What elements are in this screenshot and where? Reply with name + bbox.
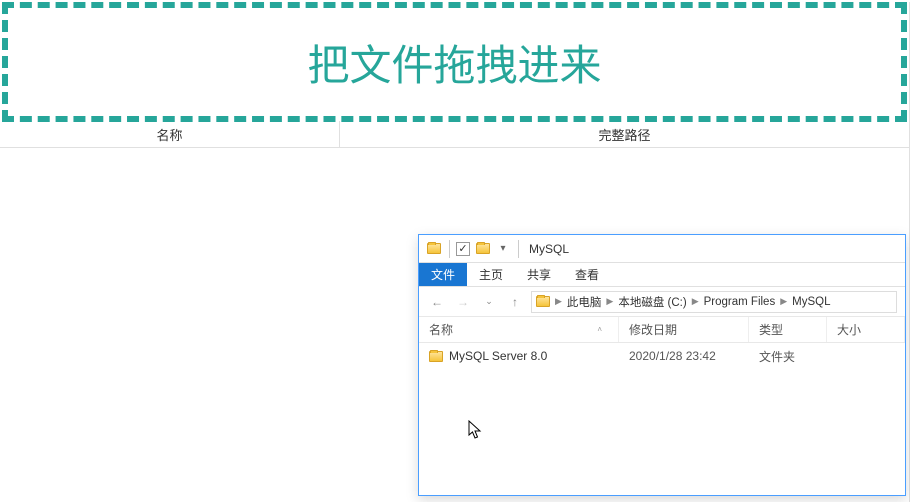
breadcrumb-item[interactable]: 此电脑: [567, 294, 602, 310]
column-header-path[interactable]: 完整路径: [340, 121, 909, 148]
breadcrumb[interactable]: ▶ 此电脑 ▶ 本地磁盘 (C:) ▶ Program Files ▶ MySQ…: [531, 291, 897, 313]
folder-qat-icon[interactable]: [474, 240, 492, 258]
properties-icon[interactable]: [454, 240, 472, 258]
breadcrumb-item[interactable]: MySQL: [792, 296, 830, 308]
column-header-size[interactable]: 大小: [827, 317, 905, 342]
chevron-right-icon[interactable]: ▶: [692, 296, 699, 307]
up-button[interactable]: ↑: [505, 292, 525, 312]
chevron-right-icon[interactable]: ▶: [555, 296, 562, 307]
file-list: MySQL Server 8.0 2020/1/28 23:42 文件夹: [419, 343, 905, 369]
folder-icon: [425, 240, 443, 258]
file-date: 2020/1/28 23:42: [619, 349, 749, 363]
tab-view[interactable]: 查看: [563, 263, 611, 286]
explorer-columns: 名称 ˄ 修改日期 类型 大小: [419, 317, 905, 343]
file-name: MySQL Server 8.0: [449, 349, 547, 363]
breadcrumb-item[interactable]: 本地磁盘 (C:): [618, 294, 686, 310]
file-row[interactable]: MySQL Server 8.0 2020/1/28 23:42 文件夹: [419, 345, 905, 367]
column-header-name[interactable]: 名称 ˄: [419, 317, 619, 342]
recent-dropdown-icon[interactable]: ⌄: [479, 292, 499, 312]
chevron-right-icon[interactable]: ▶: [606, 296, 613, 307]
column-label: 名称: [429, 321, 453, 338]
qat-dropdown-icon[interactable]: [494, 240, 512, 258]
drop-zone[interactable]: 把文件拖拽进来: [2, 2, 907, 122]
forward-button[interactable]: →: [453, 292, 473, 312]
divider: [518, 240, 519, 258]
column-header-type[interactable]: 类型: [749, 317, 827, 342]
table-header: 名称 完整路径: [0, 122, 909, 148]
titlebar[interactable]: MySQL: [419, 235, 905, 263]
explorer-window[interactable]: MySQL 文件 主页 共享 查看 ← → ⌄ ↑ ▶ 此电脑 ▶ 本地磁盘 (…: [418, 234, 906, 496]
chevron-right-icon[interactable]: ▶: [780, 296, 787, 307]
breadcrumb-item[interactable]: Program Files: [704, 296, 776, 308]
tab-home[interactable]: 主页: [467, 263, 515, 286]
nav-bar: ← → ⌄ ↑ ▶ 此电脑 ▶ 本地磁盘 (C:) ▶ Program File…: [419, 287, 905, 317]
window-title: MySQL: [529, 242, 569, 256]
tab-share[interactable]: 共享: [515, 263, 563, 286]
file-type: 文件夹: [749, 348, 827, 365]
column-header-date[interactable]: 修改日期: [619, 317, 749, 342]
tab-file[interactable]: 文件: [419, 263, 467, 286]
ribbon-tabs: 文件 主页 共享 查看: [419, 263, 905, 287]
folder-icon: [429, 351, 443, 362]
sort-indicator-icon: ˄: [597, 325, 608, 334]
drop-zone-label: 把文件拖拽进来: [307, 32, 601, 93]
column-header-name[interactable]: 名称: [0, 121, 340, 148]
back-button[interactable]: ←: [427, 292, 447, 312]
divider: [449, 240, 450, 258]
breadcrumb-root-icon[interactable]: [536, 296, 550, 307]
